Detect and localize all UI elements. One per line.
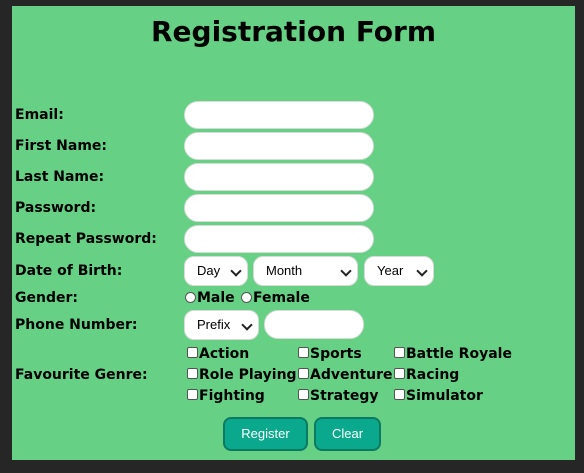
clear-button[interactable]: Clear bbox=[314, 417, 381, 451]
chevron-down-icon bbox=[340, 265, 352, 277]
genre-battle-royale-label: Battle Royale bbox=[406, 346, 512, 362]
genre-role-playing-checkbox[interactable] bbox=[187, 368, 198, 379]
gender-male-radio[interactable] bbox=[185, 292, 196, 303]
genre-label: Favourite Genre: bbox=[15, 367, 148, 383]
chevron-down-icon bbox=[230, 265, 242, 277]
registration-form: Registration Form Email: First Name: Las… bbox=[12, 6, 575, 460]
first-name-field[interactable] bbox=[184, 132, 374, 160]
genre-fighting-label: Fighting bbox=[199, 388, 265, 404]
genre-strategy-checkbox[interactable] bbox=[298, 389, 309, 400]
email-label: Email: bbox=[15, 107, 64, 123]
dob-day-value: Day bbox=[197, 263, 221, 278]
genre-action-label: Action bbox=[199, 346, 250, 362]
phone-prefix-select[interactable]: Prefix bbox=[184, 310, 259, 340]
gender-male-label: Male bbox=[197, 290, 235, 306]
genre-adventure-checkbox[interactable] bbox=[298, 368, 309, 379]
dob-day-select[interactable]: Day bbox=[184, 256, 248, 286]
form-title: Registration Form bbox=[150, 15, 437, 48]
genre-battle-royale-checkbox[interactable] bbox=[394, 347, 405, 358]
dob-label: Date of Birth: bbox=[15, 263, 123, 279]
genre-sports-label: Sports bbox=[310, 346, 362, 362]
genre-adventure-label: Adventure bbox=[310, 367, 393, 383]
genre-strategy-label: Strategy bbox=[310, 388, 379, 404]
dob-month-value: Month bbox=[266, 263, 303, 278]
genre-action-checkbox[interactable] bbox=[187, 347, 198, 358]
gender-female-radio[interactable] bbox=[241, 292, 252, 303]
phone-number-field[interactable] bbox=[264, 310, 364, 339]
dob-year-value: Year bbox=[377, 263, 404, 278]
phone-label: Phone Number: bbox=[15, 317, 138, 333]
genre-sports-checkbox[interactable] bbox=[298, 347, 309, 358]
first-name-label: First Name: bbox=[15, 138, 108, 154]
dob-month-select[interactable]: Month bbox=[253, 256, 358, 286]
dob-year-select[interactable]: Year bbox=[364, 256, 434, 286]
genre-simulator-checkbox[interactable] bbox=[394, 389, 405, 400]
genre-fighting-checkbox[interactable] bbox=[187, 389, 198, 400]
phone-prefix-value: Prefix bbox=[197, 317, 231, 332]
chevron-down-icon bbox=[241, 319, 253, 331]
register-button[interactable]: Register bbox=[223, 417, 308, 451]
gender-label: Gender: bbox=[15, 290, 78, 306]
last-name-label: Last Name: bbox=[15, 169, 105, 185]
password-field[interactable] bbox=[184, 194, 374, 222]
genre-racing-label: Racing bbox=[406, 367, 460, 383]
email-field[interactable] bbox=[184, 101, 374, 129]
repeat-password-label: Repeat Password: bbox=[15, 231, 157, 247]
last-name-field[interactable] bbox=[184, 163, 374, 191]
chevron-down-icon bbox=[416, 265, 428, 277]
gender-female-label: Female bbox=[253, 290, 310, 306]
repeat-password-field[interactable] bbox=[184, 225, 374, 253]
genre-racing-checkbox[interactable] bbox=[394, 368, 405, 379]
genre-role-playing-label: Role Playing bbox=[199, 367, 297, 383]
password-label: Password: bbox=[15, 200, 97, 216]
genre-simulator-label: Simulator bbox=[406, 388, 483, 404]
